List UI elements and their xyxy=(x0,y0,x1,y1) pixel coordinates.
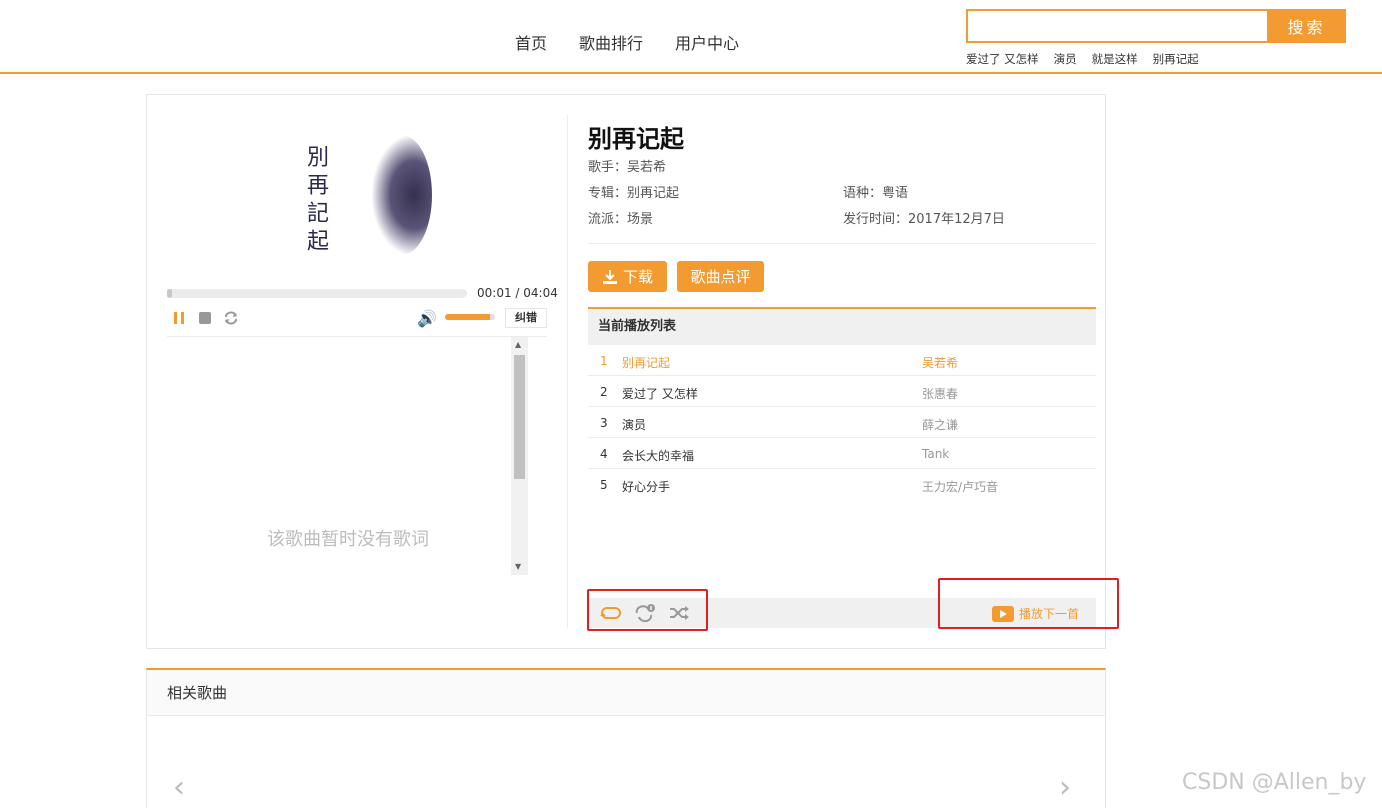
report-error-button[interactable]: 纠错 xyxy=(505,308,547,328)
hotword-link[interactable]: 爱过了 又怎样 xyxy=(966,51,1039,67)
song-release-date: 发行时间：2017年12月7日 xyxy=(843,212,1005,227)
lyrics-empty-text: 该歌曲暂时没有歌词 xyxy=(267,529,429,550)
row-song-name[interactable]: 别再记起 xyxy=(622,354,670,371)
scroll-up-icon[interactable]: ▲ xyxy=(515,340,521,349)
playlist-title: 当前播放列表 xyxy=(588,307,1096,345)
search-bar: 搜索 xyxy=(966,9,1346,43)
row-number: 2 xyxy=(600,385,608,399)
lyrics-scrollbar[interactable]: ▲ ▼ xyxy=(511,337,528,575)
site-header: 首页 歌曲排行 用户中心 搜索 爱过了 又怎样 演员 就是这样 别再记起 xyxy=(0,0,1382,74)
hotword-link[interactable]: 就是这样 xyxy=(1092,51,1138,67)
row-number: 3 xyxy=(600,416,608,430)
progress-fill xyxy=(167,289,172,298)
playlist-row[interactable]: 3 演员 薛之谦 xyxy=(588,407,1096,438)
annotation-box-play-modes xyxy=(587,589,708,631)
carousel-next-icon[interactable]: › xyxy=(1059,770,1071,805)
search-input[interactable] xyxy=(966,9,1267,43)
song-title: 别再记起 xyxy=(588,125,684,153)
row-artist[interactable]: 吴若希 xyxy=(922,354,958,371)
song-language: 语种：粤语 xyxy=(843,186,909,201)
current-playlist: 当前播放列表 1 别再记起 吴若希 2 爱过了 又怎样 张惠春 3 演员 薛之谦… xyxy=(588,307,1096,500)
row-song-name[interactable]: 演员 xyxy=(622,416,646,433)
pause-icon[interactable] xyxy=(171,310,187,326)
watermark: CSDN @Allen_by xyxy=(1182,770,1367,795)
annotation-box-play-next xyxy=(938,578,1119,629)
repeat-icon[interactable] xyxy=(223,310,239,326)
hot-search-words: 爱过了 又怎样 演员 就是这样 别再记起 xyxy=(966,51,1214,67)
song-detail-panel: 別再記起 00:01 / 04:04 🔊 纠错 该歌曲暂时没有歌词 ▲ ▼ 别再… xyxy=(146,94,1106,649)
volume-slider[interactable] xyxy=(445,314,495,320)
row-song-name[interactable]: 会长大的幸福 xyxy=(622,447,694,464)
meta-divider xyxy=(588,243,1096,244)
cover-artwork xyxy=(372,135,432,255)
playlist-row[interactable]: 5 好心分手 王力宏/卢巧音 xyxy=(588,469,1096,500)
playlist-row[interactable]: 1 别再记起 吴若希 xyxy=(588,345,1096,376)
playlist-row[interactable]: 2 爱过了 又怎样 张惠春 xyxy=(588,376,1096,407)
playlist-row[interactable]: 4 会长大的幸福 Tank xyxy=(588,438,1096,469)
download-label: 下载 xyxy=(622,268,653,286)
search-button[interactable]: 搜索 xyxy=(1267,9,1346,43)
row-artist[interactable]: 张惠春 xyxy=(922,385,958,402)
progress-bar[interactable] xyxy=(167,289,467,298)
album-cover: 別再記起 xyxy=(277,115,437,265)
nav-user-center[interactable]: 用户中心 xyxy=(675,33,739,55)
song-genre: 流派：场景 xyxy=(588,212,654,227)
song-album: 专辑：别再记起 xyxy=(588,186,680,201)
hotword-link[interactable]: 演员 xyxy=(1054,51,1077,67)
song-singer: 歌手：吴若希 xyxy=(588,160,667,175)
related-songs-section: 相关歌曲 ‹ › xyxy=(146,668,1106,808)
row-artist[interactable]: 薛之谦 xyxy=(922,416,958,433)
song-review-button[interactable]: 歌曲点评 xyxy=(677,261,764,292)
download-button[interactable]: 下载 xyxy=(588,261,667,292)
row-number: 5 xyxy=(600,478,608,492)
row-artist[interactable]: 王力宏/卢巧音 xyxy=(922,478,998,495)
cover-title-text: 別再記起 xyxy=(303,145,328,257)
row-song-name[interactable]: 好心分手 xyxy=(622,478,670,495)
hotword-link[interactable]: 别再记起 xyxy=(1153,51,1199,67)
nav-home[interactable]: 首页 xyxy=(515,33,547,55)
row-song-name[interactable]: 爱过了 又怎样 xyxy=(622,385,698,402)
play-time: 00:01 / 04:04 xyxy=(477,286,558,300)
row-number: 4 xyxy=(600,447,608,461)
scroll-down-icon[interactable]: ▼ xyxy=(515,562,521,571)
row-number: 1 xyxy=(600,354,608,368)
row-artist[interactable]: Tank xyxy=(922,447,949,461)
main-nav: 首页 歌曲排行 用户中心 xyxy=(515,33,771,55)
scroll-thumb[interactable] xyxy=(514,355,525,479)
volume-fill xyxy=(445,314,490,320)
panel-divider xyxy=(567,115,568,628)
nav-charts[interactable]: 歌曲排行 xyxy=(579,33,643,55)
carousel-prev-icon[interactable]: ‹ xyxy=(173,770,185,805)
volume-icon[interactable]: 🔊 xyxy=(417,309,437,328)
related-songs-title: 相关歌曲 xyxy=(147,670,1105,716)
lyrics-area: 该歌曲暂时没有歌词 xyxy=(167,336,547,576)
stop-icon[interactable] xyxy=(197,310,213,326)
download-icon xyxy=(602,269,617,284)
